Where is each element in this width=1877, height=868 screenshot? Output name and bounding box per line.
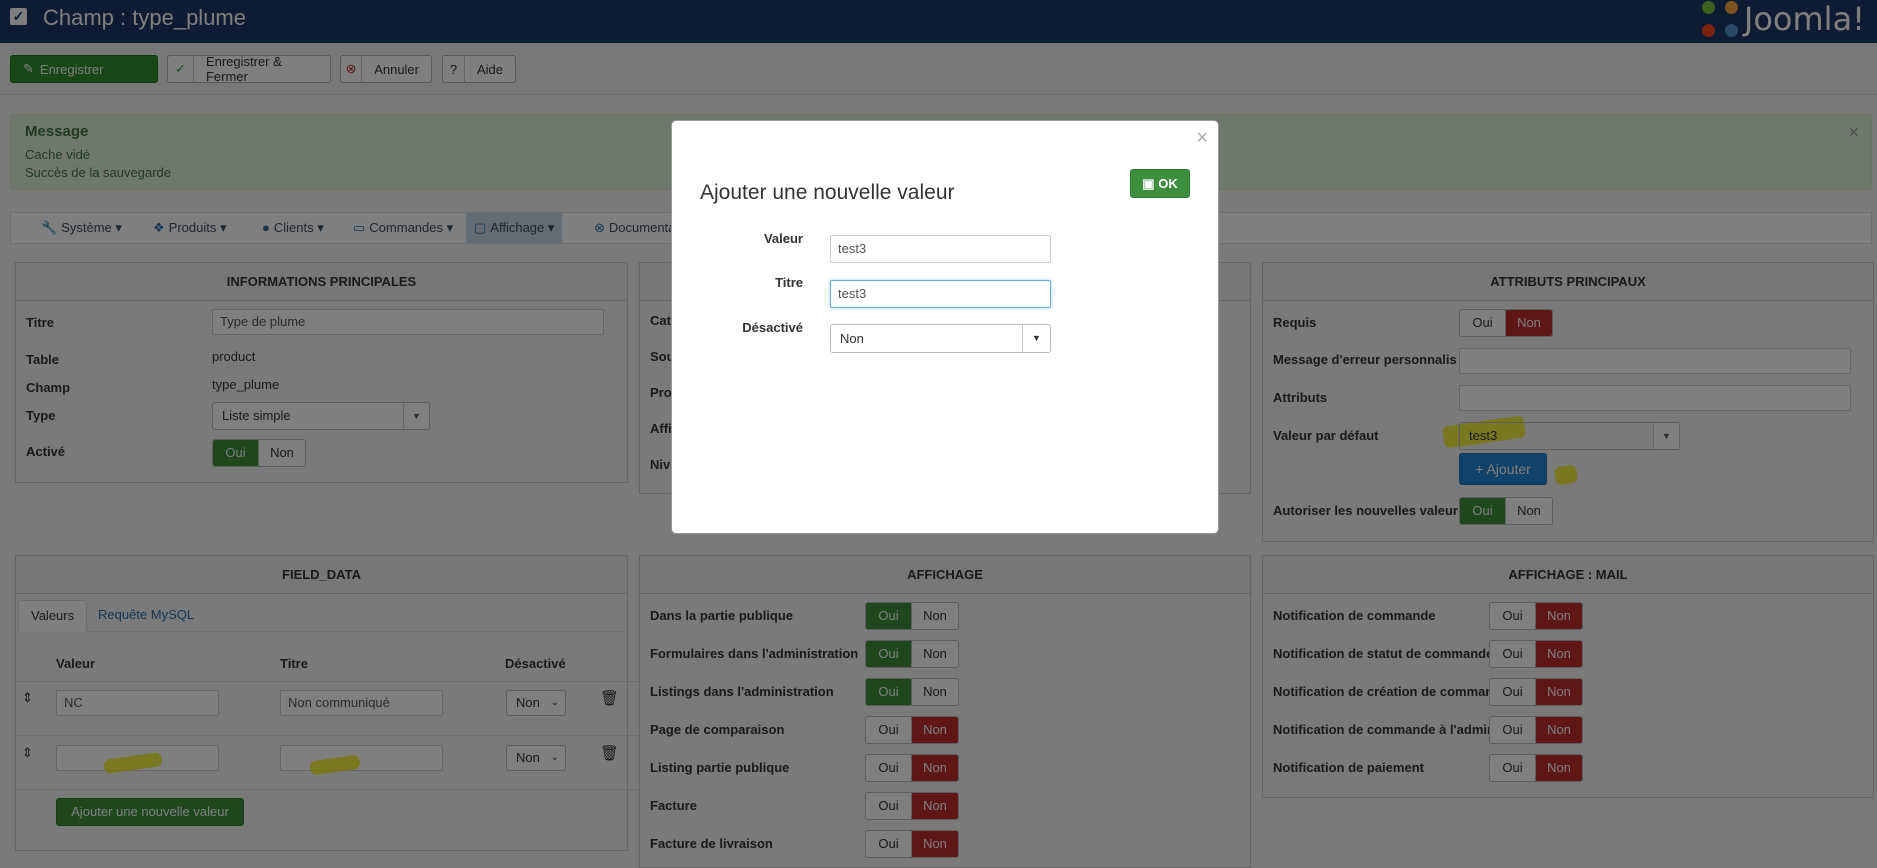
desactive-value: Non — [840, 331, 864, 346]
titre-input[interactable]: test3 — [830, 280, 1051, 308]
ok-label: OK — [1158, 176, 1178, 191]
desactive-select[interactable]: Non ▼ — [830, 324, 1051, 353]
modal-title: Ajouter une nouvelle valeur — [700, 181, 955, 204]
add-value-modal: × Ajouter une nouvelle valeur ▣ OK Valeu… — [671, 120, 1219, 534]
close-icon[interactable]: × — [1196, 127, 1208, 150]
valeur-label: Valeur — [763, 231, 803, 246]
titre-label: Titre — [775, 275, 803, 290]
save-icon: ▣ — [1142, 176, 1159, 191]
valeur-input[interactable]: test3 — [830, 235, 1051, 263]
desactive-label: Désactivé — [742, 320, 803, 335]
caret-down-icon: ▼ — [1022, 325, 1050, 352]
ok-button[interactable]: ▣ OK — [1130, 169, 1190, 198]
